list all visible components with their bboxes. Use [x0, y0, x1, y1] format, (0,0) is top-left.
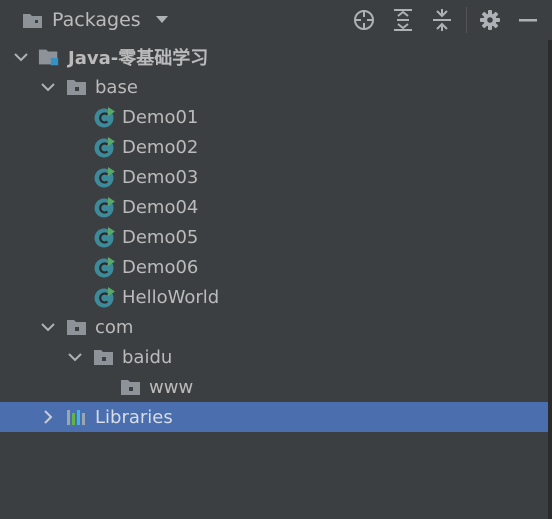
class-label: Demo04	[122, 196, 199, 218]
tree-node-package-www[interactable]: www	[0, 372, 548, 402]
class-label: HelloWorld	[122, 286, 220, 308]
java-class-icon	[94, 136, 116, 158]
package-icon	[66, 316, 88, 338]
project-name: Java-零基础学习	[68, 48, 209, 69]
class-label: Demo05	[122, 226, 199, 248]
collapse-all-icon[interactable]	[428, 6, 456, 34]
toolbar-actions	[350, 0, 552, 40]
java-class-icon	[94, 286, 116, 308]
project-folder-icon	[38, 46, 60, 68]
chevron-down-icon[interactable]	[13, 49, 29, 65]
toolbar-divider	[466, 7, 467, 33]
view-selector[interactable]: Packages	[22, 9, 169, 31]
java-class-icon	[94, 106, 116, 128]
gear-icon[interactable]	[476, 6, 504, 34]
class-label: Demo01	[122, 106, 199, 128]
class-label: Demo06	[122, 256, 199, 278]
package-icon	[120, 376, 142, 398]
tree-node-package-com[interactable]: com	[0, 312, 548, 342]
chevron-right-icon[interactable]	[40, 409, 56, 425]
tree-node-class[interactable]: HelloWorld	[0, 282, 548, 312]
package-label: com	[95, 316, 134, 338]
packages-icon	[22, 10, 44, 30]
view-title: Packages	[52, 9, 141, 31]
java-class-icon	[94, 166, 116, 188]
expand-all-icon[interactable]	[389, 6, 417, 34]
locate-icon[interactable]	[350, 6, 378, 34]
chevron-down-icon[interactable]	[40, 79, 56, 95]
tree-node-class[interactable]: Demo06	[0, 252, 548, 282]
chevron-down-icon[interactable]	[40, 319, 56, 335]
tree-node-libraries[interactable]: Libraries	[0, 402, 548, 432]
libraries-icon	[66, 406, 88, 428]
tree-node-class[interactable]: Demo02	[0, 132, 548, 162]
tree-node-package-base[interactable]: base	[0, 72, 548, 102]
panel-edge	[548, 40, 552, 519]
chevron-down-icon[interactable]	[67, 349, 83, 365]
chevron-down-icon[interactable]	[155, 15, 169, 25]
package-label: www	[149, 376, 194, 398]
package-label: baidu	[122, 346, 173, 368]
tree-node-class[interactable]: Demo05	[0, 222, 548, 252]
tool-window-header: Packages	[0, 0, 552, 40]
minimize-icon[interactable]	[514, 6, 542, 34]
class-label: Demo03	[122, 166, 199, 188]
libraries-label: Libraries	[95, 406, 173, 428]
package-icon	[66, 76, 88, 98]
java-class-icon	[94, 196, 116, 218]
class-label: Demo02	[122, 136, 199, 158]
tree-node-package-baidu[interactable]: baidu	[0, 342, 548, 372]
project-tree: Java-零基础学习 base Demo01 Demo02 Demo03 Dem…	[0, 42, 548, 432]
tree-node-class[interactable]: Demo04	[0, 192, 548, 222]
tree-node-class[interactable]: Demo03	[0, 162, 548, 192]
package-icon	[93, 346, 115, 368]
java-class-icon	[94, 226, 116, 248]
java-class-icon	[94, 256, 116, 278]
package-label: base	[95, 76, 138, 98]
tree-node-project[interactable]: Java-零基础学习	[0, 42, 548, 72]
tree-node-class[interactable]: Demo01	[0, 102, 548, 132]
